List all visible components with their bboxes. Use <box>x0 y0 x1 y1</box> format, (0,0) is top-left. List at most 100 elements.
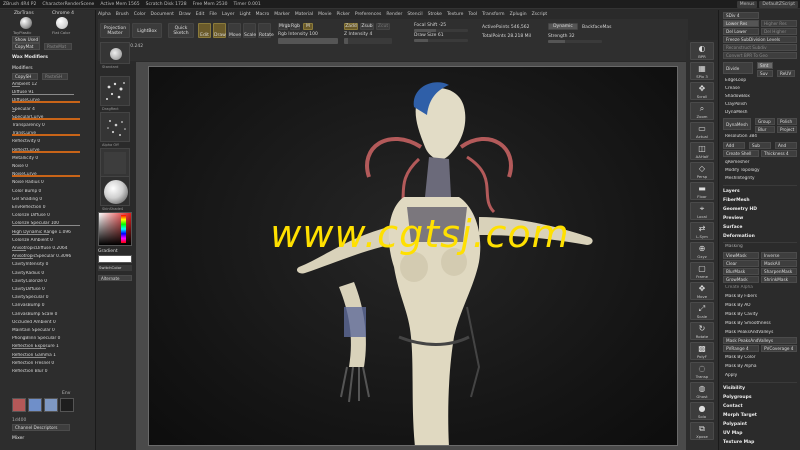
crease-item[interactable]: Crease <box>725 86 799 92</box>
clear-mask-button[interactable]: Clear <box>723 260 759 267</box>
rgb-button[interactable]: Rgb <box>290 23 300 30</box>
blur-slider[interactable]: Blur <box>755 126 775 133</box>
modifiers-header[interactable]: Modifiers <box>12 66 82 72</box>
brush-thumbnail[interactable] <box>100 42 130 64</box>
bpr-button[interactable]: ◐ BPR <box>690 42 714 60</box>
modifier-slider[interactable]: Maintain Specular 0 <box>12 328 80 333</box>
switch-color-button[interactable]: SwitchColor <box>98 265 132 271</box>
modifier-slider[interactable]: NoiseCurve <box>12 172 80 178</box>
floor-button[interactable]: ▬ Floor <box>690 182 714 200</box>
color-picker-swatch[interactable] <box>98 212 132 246</box>
qremesher-item[interactable]: qRemesher <box>725 160 799 166</box>
projection-master-button[interactable]: Projection Master <box>100 23 130 38</box>
shadowbox-item[interactable]: ShadowBox <box>725 94 799 100</box>
smt-toggle[interactable]: Smt <box>757 62 773 69</box>
actual-button[interactable]: ▭ Actual <box>690 122 714 140</box>
main-color-swatch[interactable] <box>98 255 132 263</box>
create-alpha-item[interactable]: Create Alpha <box>725 285 799 291</box>
menu-draw[interactable]: Draw <box>179 12 191 17</box>
project-toggle[interactable]: Project <box>777 126 797 133</box>
local-button[interactable]: ⌖ Local <box>690 202 714 220</box>
modify-topology-item[interactable]: Modify Topology <box>725 168 799 174</box>
zsub-button[interactable]: Zsub <box>360 23 374 30</box>
lower-res-button[interactable]: Lower Res <box>723 20 759 27</box>
menu-color[interactable]: Color <box>134 12 146 17</box>
rotate-mode-button[interactable]: Rotate <box>258 23 274 38</box>
paste-mat-button[interactable]: PasteMat <box>44 43 72 50</box>
modifier-slider[interactable]: Reflectivity 0 <box>12 139 80 144</box>
morph-target-header[interactable]: Morph Target <box>723 412 799 419</box>
reuv-toggle[interactable]: ReUV <box>777 70 795 77</box>
modifier-slider[interactable]: PhongBlinn Specular 0 <box>12 336 80 341</box>
modifier-slider[interactable]: Colorize Diffuse 0 <box>12 213 80 218</box>
zoom-button[interactable]: ⌕ Zoom <box>690 102 714 120</box>
geometry-hd-header[interactable]: Geometry HD <box>723 206 799 213</box>
modifier-slider[interactable]: EnvReflection 0 <box>12 205 80 210</box>
create-shell-button[interactable]: Create Shell <box>723 150 759 157</box>
modifier-slider[interactable]: Noise 0 <box>12 164 80 169</box>
channel-descriptors-button[interactable]: Channel Descriptors <box>12 424 70 431</box>
edit-mode-button[interactable]: Edit <box>198 23 211 38</box>
modifier-slider[interactable]: Occluded Ambient 0 <box>12 320 80 325</box>
modifier-slider[interactable]: Color Bump 0 <box>12 189 80 194</box>
rgb-intensity-slider[interactable] <box>278 38 338 44</box>
surface-header[interactable]: Surface <box>723 224 799 231</box>
sdiv-slider[interactable]: SDiv 4 <box>723 12 759 19</box>
modifier-slider[interactable]: Reflection Exposure 1 <box>12 344 80 350</box>
fibermesh-header[interactable]: FiberMesh <box>723 197 799 204</box>
modifier-slider[interactable]: AnisotropicDiffuse 0.2064 <box>12 246 80 251</box>
mrgb-button[interactable]: Mrgb <box>278 23 290 30</box>
paste-sh-button[interactable]: PasteSH <box>42 73 68 80</box>
dynamesh-button[interactable]: DynaMesh <box>723 118 751 130</box>
menu-stroke[interactable]: Stroke <box>428 12 442 17</box>
modifier-slider[interactable]: TransCurve <box>12 131 80 137</box>
gradient-label[interactable]: Gradient <box>98 249 118 254</box>
menu-transform[interactable]: Transform <box>482 12 504 17</box>
env-swatch[interactable] <box>12 398 26 412</box>
strength-slider[interactable] <box>548 40 602 43</box>
material-thumb-flatcolor[interactable] <box>56 17 68 29</box>
rotate-button[interactable]: ↻ Rotate <box>690 322 714 340</box>
draw-size-slider[interactable] <box>414 39 468 42</box>
mesh-integrity-item[interactable]: MeshIntegrity <box>725 176 799 182</box>
zcut-button[interactable]: Zcut <box>376 23 390 30</box>
modifier-slider[interactable]: CanvasBump 0 <box>12 303 80 308</box>
modifier-slider[interactable]: Diffuse 91 <box>12 90 80 96</box>
mask-by-ao-item[interactable]: Mask By AO <box>725 303 799 309</box>
modifier-slider[interactable]: Transparency 0 <box>12 123 80 128</box>
reconstruct-subdiv-button[interactable]: Reconstruct Subdiv <box>723 44 797 51</box>
scale-button[interactable]: ⤢ Scale <box>690 302 714 320</box>
dynamic-button[interactable]: Dynamic <box>548 23 578 30</box>
menu-material[interactable]: Material <box>295 12 313 17</box>
modifier-slider[interactable]: Colorize Ambient 0 <box>12 238 80 243</box>
menu-marker[interactable]: Marker <box>274 12 290 17</box>
menu-layer[interactable]: Layer <box>222 12 235 17</box>
polygroups-header[interactable]: Polygroups <box>723 394 799 401</box>
menu-preferences[interactable]: Preferences <box>355 12 381 17</box>
menu-render[interactable]: Render <box>386 12 402 17</box>
uv-map-header[interactable]: UV Map <box>723 430 799 437</box>
mask-peaks-valleys-button[interactable]: Mask PeaksAndValleys <box>723 337 797 344</box>
thickness-slider[interactable]: Thickness 4 <box>761 150 797 157</box>
lightbox-button[interactable]: LightBox <box>132 23 162 38</box>
wax-modifiers-header[interactable]: Wax Modifiers <box>12 55 82 61</box>
draw-mode-button[interactable]: Draw <box>213 23 226 38</box>
modifier-slider[interactable]: Metallicity 0 <box>12 156 80 161</box>
menu-texture[interactable]: Texture <box>447 12 463 17</box>
resolution-slider[interactable]: Resolution 384 <box>725 134 799 140</box>
modifier-slider[interactable]: CavityRadius 0 <box>12 271 80 276</box>
higher-res-button[interactable]: Higher Res <box>761 20 797 27</box>
dynamesh-item[interactable]: DynaMesh <box>725 110 799 116</box>
polish-toggle[interactable]: Polish <box>777 118 797 125</box>
visibility-header[interactable]: Visibility <box>723 385 799 392</box>
sub-button[interactable]: Sub <box>749 142 771 149</box>
layers-header[interactable]: Layers <box>723 188 799 195</box>
modifier-slider[interactable]: Reflection Blur 0 <box>12 369 80 374</box>
mask-peaks-valleys-item[interactable]: Mask PeaksAndValleys <box>725 330 799 336</box>
modifier-slider[interactable]: Reflection Fresnel 0 <box>12 361 80 366</box>
modifier-slider[interactable]: SpecularCurve <box>12 115 80 120</box>
group-toggle[interactable]: Group <box>755 118 775 125</box>
menu-tool[interactable]: Tool <box>468 12 477 17</box>
menu-picker[interactable]: Picker <box>336 12 349 17</box>
shrink-mask-button[interactable]: ShrinkMask <box>761 276 797 283</box>
